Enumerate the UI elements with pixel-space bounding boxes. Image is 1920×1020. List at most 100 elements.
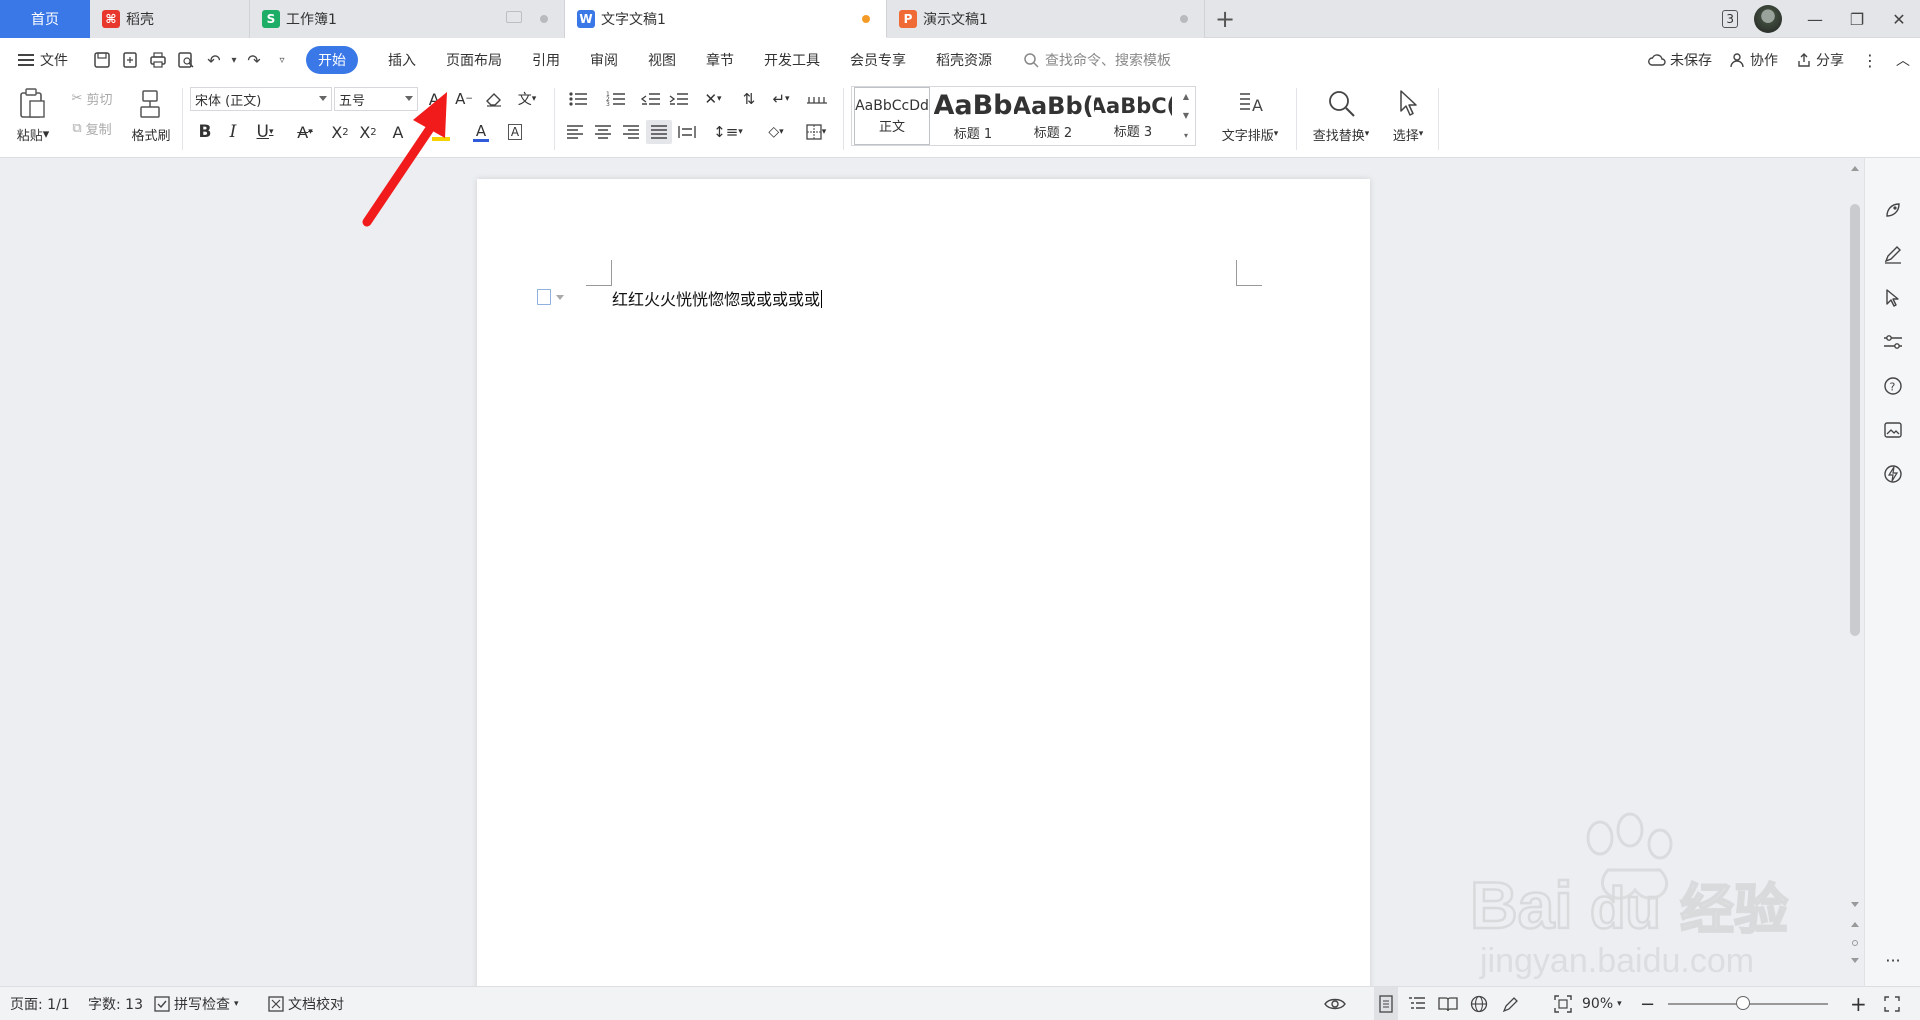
zoom-out-icon[interactable]: − <box>1640 987 1655 1020</box>
tab-review[interactable]: 审阅 <box>590 50 618 70</box>
print-preview-icon[interactable] <box>172 46 200 74</box>
write-mode-icon[interactable] <box>1502 987 1520 1020</box>
tab-developer[interactable]: 开发工具 <box>764 50 820 70</box>
undo-dropdown-icon[interactable]: ▾ <box>228 46 240 74</box>
increase-indent-icon[interactable] <box>666 88 692 110</box>
collaborate-button[interactable]: 协作 <box>1730 50 1778 70</box>
bullet-list-icon[interactable] <box>562 88 596 110</box>
italic-icon[interactable]: I <box>222 120 244 144</box>
style-heading-3[interactable]: AaBbC( 标题 3 <box>1094 87 1172 145</box>
tab-page-layout[interactable]: 页面布局 <box>446 50 502 70</box>
customize-toolbar-icon[interactable]: ▿ <box>268 46 296 74</box>
lightning-icon[interactable] <box>1881 462 1905 486</box>
phonetic-guide-icon[interactable]: 文 ▾ <box>510 88 544 110</box>
restore-icon[interactable]: ❐ <box>1836 0 1878 38</box>
outline-view-icon[interactable] <box>1408 987 1426 1020</box>
cursor-select-icon[interactable] <box>1392 86 1426 120</box>
page-count[interactable]: 页面: 1/1 <box>10 987 70 1020</box>
justify-icon[interactable] <box>646 120 672 144</box>
window-count-badge[interactable]: 3 <box>1722 10 1738 28</box>
close-icon[interactable]: ✕ <box>1878 0 1920 38</box>
style-normal[interactable]: AaBbCcDd 正文 <box>854 87 930 145</box>
spell-check-button[interactable]: 拼写检查 ▾ <box>154 987 239 1020</box>
word-count[interactable]: 字数: 13 <box>88 987 143 1020</box>
document-page[interactable] <box>477 179 1370 1020</box>
paste-button[interactable]: 粘贴 ▾ <box>12 124 54 144</box>
image-tool-icon[interactable] <box>1881 418 1905 442</box>
line-spacing-icon[interactable]: ↕≡ ▾ <box>710 120 746 144</box>
pointer-icon[interactable] <box>1881 286 1905 310</box>
fullscreen-icon[interactable] <box>1884 987 1900 1020</box>
more-horizontal-icon[interactable]: ··· <box>1881 948 1905 972</box>
scroll-up-icon[interactable] <box>1851 166 1859 171</box>
cut-button[interactable]: ✂ 剪切 <box>62 88 122 108</box>
tab-member[interactable]: 会员专享 <box>850 50 906 70</box>
web-view-icon[interactable] <box>1470 987 1488 1020</box>
style-heading-1[interactable]: AaBb 标题 1 <box>934 87 1012 145</box>
collapse-ribbon-icon[interactable]: ︿ <box>1896 50 1910 70</box>
reading-view-icon[interactable] <box>1438 987 1458 1020</box>
prev-page-icon[interactable] <box>1851 922 1859 927</box>
tab-references[interactable]: 引用 <box>532 50 560 70</box>
strikethrough-icon[interactable]: A ▾ <box>290 120 320 144</box>
decrease-indent-icon[interactable] <box>638 88 664 110</box>
undo-icon[interactable]: ↶ <box>200 46 228 74</box>
tab-home[interactable]: 首页 <box>0 0 90 38</box>
print-icon[interactable] <box>144 46 172 74</box>
borders-icon[interactable]: ▾ <box>798 120 834 144</box>
font-color-icon[interactable]: A <box>464 120 498 144</box>
tab-document[interactable]: W 文字文稿1 <box>565 0 887 38</box>
tab-daoke-resources[interactable]: 稻壳资源 <box>936 50 992 70</box>
tab-stop-icon[interactable] <box>802 88 832 110</box>
styles-scroll[interactable]: ▲ ▼ ▾ <box>1178 87 1194 145</box>
paste-icon[interactable] <box>12 86 52 122</box>
pen-edit-icon[interactable] <box>1881 242 1905 266</box>
adjust-sliders-icon[interactable] <box>1881 330 1905 354</box>
next-page-icon[interactable] <box>1851 958 1859 963</box>
tab-section[interactable]: 章节 <box>706 50 734 70</box>
paragraph-layout-icon[interactable] <box>537 289 564 305</box>
format-painter-icon[interactable] <box>132 86 168 122</box>
file-menu[interactable]: 文件 <box>18 50 68 70</box>
distributed-align-icon[interactable] <box>674 120 700 144</box>
chevron-up-icon[interactable]: ▲ <box>1183 92 1189 101</box>
align-center-icon[interactable] <box>590 120 616 144</box>
tab-insert[interactable]: 插入 <box>388 50 416 70</box>
vertical-scrollbar[interactable] <box>1846 158 1864 986</box>
find-replace-button[interactable]: 查找替换 ▾ <box>1304 124 1378 144</box>
show-marks-icon[interactable]: ↵ ▾ <box>764 88 798 110</box>
text-layout-icon[interactable]: A <box>1232 86 1270 120</box>
character-border-icon[interactable]: A <box>504 120 526 144</box>
bold-icon[interactable]: B <box>194 120 216 144</box>
font-name-select[interactable]: 宋体 (正文) <box>190 87 332 111</box>
minimize-icon[interactable]: — <box>1794 0 1836 38</box>
new-tab-button[interactable]: + <box>1205 0 1245 37</box>
find-replace-icon[interactable] <box>1322 86 1360 120</box>
command-search[interactable]: 查找命令、搜索模板 <box>1023 50 1171 70</box>
page-view-icon[interactable] <box>1374 987 1398 1020</box>
help-icon[interactable]: ? <box>1881 374 1905 398</box>
tab-workbook[interactable]: S 工作簿1 <box>250 0 565 38</box>
chinese-layout-icon[interactable]: ✕ ▾ <box>696 88 730 110</box>
scroll-down-icon[interactable] <box>1851 902 1859 907</box>
copy-button[interactable]: ⧉ 复制 <box>62 118 122 138</box>
underline-icon[interactable]: U ▾ <box>250 120 280 144</box>
sort-icon[interactable]: ⇅ <box>736 88 762 110</box>
tab-presentation[interactable]: P 演示文稿1 <box>887 0 1205 38</box>
text-layout-button[interactable]: 文字排版 ▾ <box>1212 124 1288 144</box>
zoom-level-select[interactable]: 90% ▾ <box>1582 987 1622 1020</box>
tab-view[interactable]: 视图 <box>648 50 676 70</box>
rocket-icon[interactable] <box>1881 198 1905 222</box>
unsaved-button[interactable]: 未保存 <box>1648 50 1712 70</box>
tab-daoke[interactable]: ⌘ 稻壳 <box>90 0 250 38</box>
proofread-button[interactable]: 文档校对 <box>268 987 344 1020</box>
save-icon[interactable] <box>88 46 116 74</box>
align-left-icon[interactable] <box>562 120 588 144</box>
tab-start[interactable]: 开始 <box>306 46 358 74</box>
eye-protection-icon[interactable] <box>1324 987 1346 1020</box>
shading-icon[interactable]: ◇ ▾ <box>758 120 794 144</box>
fit-page-icon[interactable] <box>1554 987 1572 1020</box>
scroll-thumb[interactable] <box>1850 204 1860 636</box>
export-pdf-icon[interactable] <box>116 46 144 74</box>
document-body-text[interactable]: 红红火火恍恍惚惚或或或或或 <box>612 286 823 310</box>
